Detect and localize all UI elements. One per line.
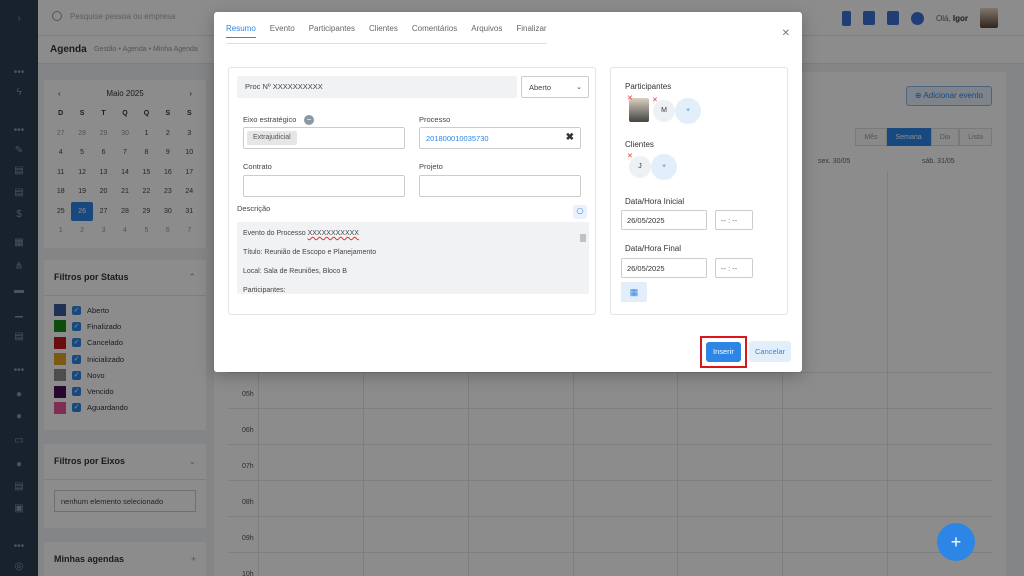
remove-icon[interactable]: ✕	[652, 97, 658, 104]
contrato-field[interactable]	[243, 175, 405, 197]
description-line: Local: Sala de Reuniões, Bloco B	[243, 268, 347, 275]
contrato-label: Contrato	[243, 162, 272, 171]
add-fab-button[interactable]: +	[937, 523, 975, 561]
eixo-tag[interactable]: Extrajudicial	[247, 131, 297, 145]
start-date-input[interactable]: 26/05/2025	[621, 210, 707, 230]
eixo-label: Eixo estratégico −	[243, 115, 314, 125]
projeto-label: Projeto	[419, 162, 443, 171]
processo-label: Processo	[419, 115, 451, 124]
tab-participantes[interactable]: Participantes	[309, 24, 355, 38]
remove-icon[interactable]: ✕	[627, 153, 633, 160]
tab-evento[interactable]: Evento	[270, 24, 295, 38]
participantes-label: Participantes	[625, 82, 672, 91]
calculator-icon[interactable]: ▦	[621, 282, 647, 302]
clear-icon[interactable]: ✖	[566, 132, 574, 143]
participants-card: Participantes ✕ M ✕ + Clientes J ✕ + Dat…	[610, 67, 788, 315]
add-participant-button[interactable]: +	[675, 98, 701, 124]
tab-clientes[interactable]: Clientes	[369, 24, 398, 38]
processo-value[interactable]: 201800010035730	[426, 134, 489, 143]
clientes-label: Clientes	[625, 140, 654, 149]
data-final-label: Data/Hora Final	[625, 244, 682, 253]
end-time-input[interactable]: -- : --	[715, 258, 753, 278]
chevron-down-icon: ⌄	[576, 84, 582, 91]
insert-button[interactable]: Inserir	[706, 342, 741, 362]
eixo-field[interactable]: Extrajudicial	[243, 127, 405, 149]
end-date-input[interactable]: 26/05/2025	[621, 258, 707, 278]
tab-comentarios[interactable]: Comentários	[412, 24, 457, 38]
description-line: Título: Reunião de Escopo e Planejamento	[243, 249, 377, 256]
descricao-label: Descrição	[237, 204, 271, 213]
description-line: Participantes:	[243, 287, 286, 294]
tab-arquivos[interactable]: Arquivos	[471, 24, 502, 38]
status-select[interactable]: Aberto ⌄	[521, 76, 589, 98]
data-inicial-label: Data/Hora Inicial	[625, 197, 685, 206]
remove-icon[interactable]: ✕	[627, 95, 633, 102]
projeto-field[interactable]	[419, 175, 581, 197]
minus-circle-icon[interactable]: −	[304, 115, 314, 125]
modal-tabs: Resumo Evento Participantes Clientes Com…	[226, 24, 547, 44]
event-modal: Resumo Evento Participantes Clientes Com…	[214, 12, 802, 372]
scrollbar[interactable]	[579, 224, 587, 292]
tab-finalizar[interactable]: Finalizar	[516, 24, 546, 38]
close-icon[interactable]: ✕	[782, 28, 790, 39]
start-time-input[interactable]: -- : --	[715, 210, 753, 230]
description-line: Evento do Processo XXXXXXXXXXX	[243, 230, 359, 237]
add-client-button[interactable]: +	[651, 154, 677, 180]
description-textarea[interactable]: Evento do Processo XXXXXXXXXXX Título: R…	[237, 222, 589, 294]
tab-resumo[interactable]: Resumo	[226, 24, 256, 38]
event-summary-card: Proc Nº XXXXXXXXXX Aberto ⌄ Eixo estraté…	[228, 67, 596, 315]
process-title: Proc Nº XXXXXXXXXX	[237, 76, 517, 98]
processo-field[interactable]: 201800010035730 ✖	[419, 127, 581, 149]
cancel-button[interactable]: Cancelar	[749, 341, 792, 362]
robot-icon[interactable]: ⎔	[573, 205, 587, 219]
